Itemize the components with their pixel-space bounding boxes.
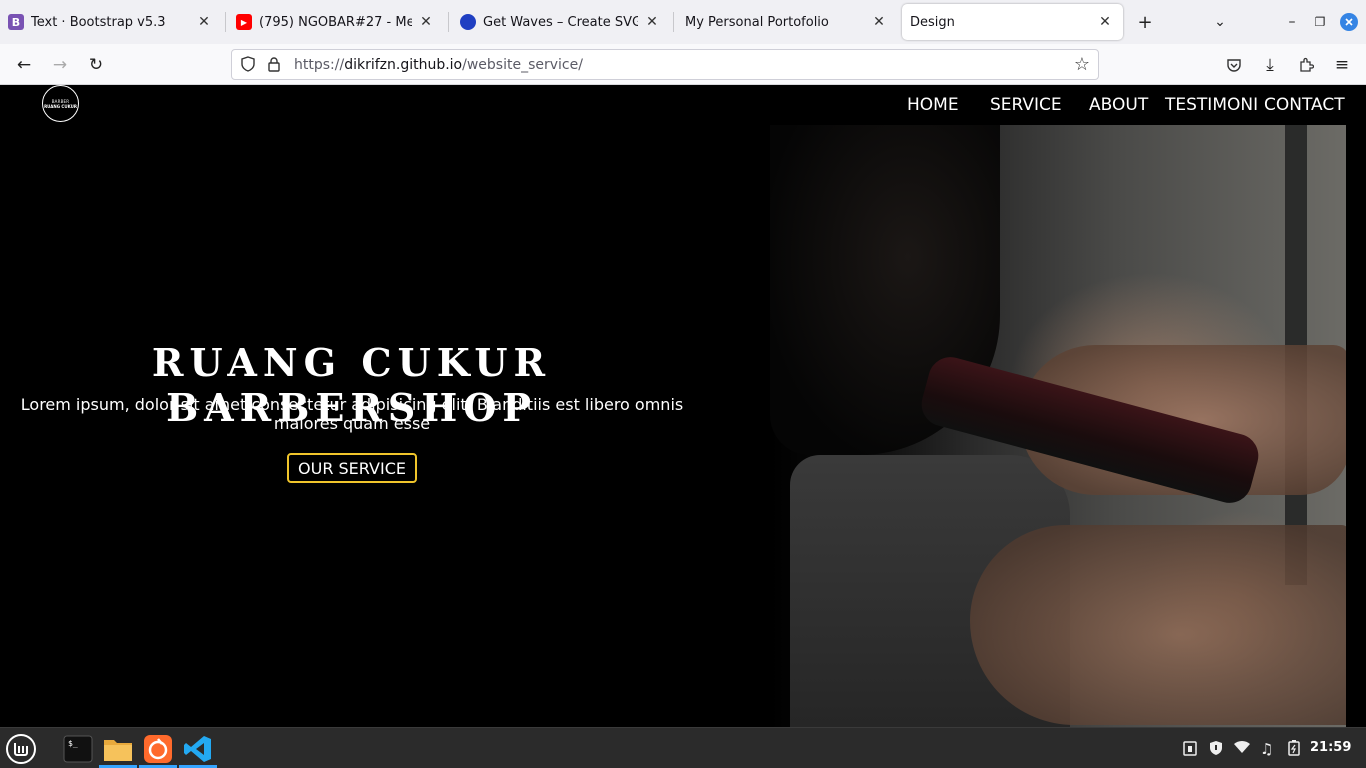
- pocket-icon[interactable]: [1221, 52, 1247, 78]
- taskbar: $_ ♫ 21:59: [0, 727, 1366, 768]
- hero-image: [770, 125, 1350, 727]
- url-path: /website_service/: [462, 57, 583, 73]
- battery-icon[interactable]: [1286, 740, 1302, 760]
- tab-title: Design: [910, 14, 955, 30]
- nav-service[interactable]: SERVICE: [990, 95, 1062, 115]
- hero-description: Lorem ipsum, dolor sit amet consectetur …: [14, 395, 690, 433]
- tab-title: Text · Bootstrap v5.3: [31, 14, 166, 30]
- extensions-icon[interactable]: [1293, 52, 1319, 78]
- tab-divider: [225, 12, 226, 32]
- tab-bootstrap[interactable]: B Text · Bootstrap v5.3 ✕: [0, 4, 222, 40]
- page-scrollbar[interactable]: [1346, 85, 1366, 727]
- photo-barber-hand: [970, 525, 1350, 725]
- nav-home[interactable]: HOME: [907, 95, 959, 115]
- svg-text:$_: $_: [68, 739, 78, 748]
- url-scheme: https://: [294, 57, 345, 73]
- reload-icon[interactable]: ↻: [83, 52, 109, 78]
- site-logo[interactable]: BARBER RUANG CUKUR: [42, 85, 79, 122]
- wifi-icon[interactable]: [1234, 740, 1250, 758]
- close-tab-icon[interactable]: ✕: [194, 14, 214, 30]
- shield-icon[interactable]: [1208, 740, 1224, 760]
- mint-menu-icon[interactable]: [4, 732, 38, 766]
- close-tab-icon[interactable]: ✕: [642, 14, 662, 30]
- menu-icon[interactable]: ≡: [1329, 52, 1355, 78]
- nav-about[interactable]: ABOUT: [1089, 95, 1148, 115]
- url-host: dikrifzn.github.io: [344, 57, 463, 73]
- music-icon[interactable]: ♫: [1260, 740, 1273, 758]
- tab-getwaves[interactable]: Get Waves – Create SVG wa ✕: [452, 4, 670, 40]
- tab-youtube[interactable]: ▶ (795) NGOBAR#27 - Membu ✕: [228, 4, 444, 40]
- tab-design[interactable]: Design ✕: [902, 4, 1123, 40]
- youtube-icon: ▶: [236, 14, 252, 30]
- tab-title: My Personal Portofolio: [685, 14, 829, 30]
- hero-desc-line1: Lorem ipsum, dolor sit amet consectetur …: [20, 395, 684, 414]
- bookmark-star-icon[interactable]: ☆: [1074, 54, 1090, 75]
- restore-icon[interactable]: ❐: [1308, 10, 1332, 34]
- logo-line2: RUANG CUKUR: [44, 103, 77, 109]
- close-window-icon[interactable]: [1337, 10, 1361, 34]
- url-bar[interactable]: https://dikrifzn.github.io/website_servi…: [231, 49, 1099, 80]
- our-service-button[interactable]: OUR SERVICE: [287, 453, 417, 483]
- browser-toolbar: ← → ↻ https://dikrifzn.github.io/website…: [0, 44, 1366, 85]
- new-tab-icon[interactable]: +: [1133, 10, 1157, 34]
- list-tabs-icon[interactable]: ⌄: [1208, 10, 1232, 34]
- files-icon[interactable]: [101, 732, 135, 766]
- vscode-icon[interactable]: [181, 732, 215, 766]
- tab-divider: [673, 12, 674, 32]
- tab-strip: B Text · Bootstrap v5.3 ✕ ▶ (795) NGOBAR…: [0, 0, 1366, 44]
- forward-icon[interactable]: →: [47, 52, 73, 78]
- tab-title: (795) NGOBAR#27 - Membu: [259, 14, 412, 30]
- hero-desc-line2: maiores quam esse: [273, 414, 431, 433]
- terminal-icon[interactable]: $_: [61, 732, 95, 766]
- clipboard-icon[interactable]: [1183, 740, 1197, 760]
- back-icon[interactable]: ←: [11, 52, 37, 78]
- nav-testimoni[interactable]: TESTIMONI: [1165, 95, 1258, 115]
- close-tab-icon[interactable]: ✕: [416, 14, 436, 30]
- close-tab-icon[interactable]: ✕: [1095, 14, 1115, 30]
- clock[interactable]: 21:59: [1310, 740, 1351, 755]
- tab-portfolio[interactable]: My Personal Portofolio ✕: [677, 4, 897, 40]
- firefox-icon[interactable]: [141, 732, 175, 766]
- minimize-icon[interactable]: –: [1280, 10, 1304, 34]
- getwaves-icon: [460, 14, 476, 30]
- lock-icon[interactable]: [267, 56, 281, 76]
- web-page: BARBER RUANG CUKUR HOME SERVICE ABOUT TE…: [0, 85, 1366, 727]
- tab-title: Get Waves – Create SVG wa: [483, 14, 638, 30]
- shield-icon[interactable]: [240, 56, 256, 76]
- url-text[interactable]: https://dikrifzn.github.io/website_servi…: [294, 57, 583, 73]
- bootstrap-icon: B: [8, 14, 24, 30]
- downloads-icon[interactable]: ⤓: [1257, 52, 1283, 78]
- close-tab-icon[interactable]: ✕: [869, 14, 889, 30]
- tab-divider: [448, 12, 449, 32]
- nav-contact[interactable]: CONTACT: [1264, 95, 1345, 115]
